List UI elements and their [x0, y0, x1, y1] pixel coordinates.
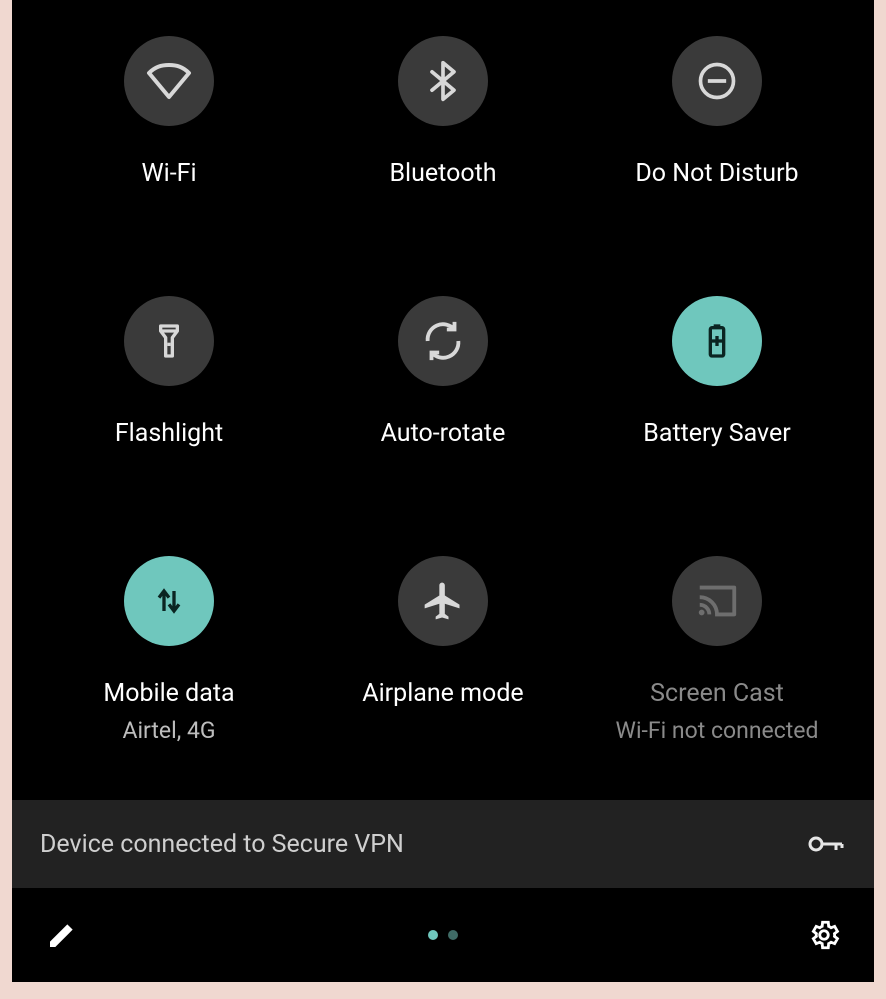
page-indicator[interactable]: [428, 930, 458, 940]
battery-saver-icon: [672, 296, 762, 386]
quick-settings-grid: Wi-Fi Bluetooth Do Not Disturb Flashligh…: [12, 0, 874, 800]
cast-icon: [672, 556, 762, 646]
tile-wifi[interactable]: Wi-Fi: [32, 0, 306, 260]
tile-bluetooth[interactable]: Bluetooth: [306, 0, 580, 260]
tile-label: Bluetooth: [389, 158, 496, 191]
tile-mobile-data[interactable]: Mobile data Airtel, 4G: [32, 520, 306, 780]
pencil-icon: [46, 919, 78, 951]
gear-icon: [807, 918, 841, 952]
tile-autorotate[interactable]: Auto-rotate: [306, 260, 580, 520]
autorotate-icon: [398, 296, 488, 386]
tile-label: Wi-Fi: [141, 158, 196, 191]
tile-sublabel: Airtel, 4G: [122, 717, 215, 744]
quick-settings-panel: Wi-Fi Bluetooth Do Not Disturb Flashligh…: [12, 0, 874, 982]
tile-label: Battery Saver: [643, 418, 790, 451]
dnd-icon: [672, 36, 762, 126]
tile-screen-cast[interactable]: Screen Cast Wi-Fi not connected: [580, 520, 854, 780]
vpn-key-icon: [806, 832, 846, 856]
quick-settings-footer: [12, 888, 874, 982]
settings-button[interactable]: [802, 913, 846, 957]
tile-airplane-mode[interactable]: Airplane mode: [306, 520, 580, 780]
vpn-notification[interactable]: Device connected to Secure VPN: [12, 800, 874, 888]
tile-label: Do Not Disturb: [635, 158, 798, 191]
tile-dnd[interactable]: Do Not Disturb: [580, 0, 854, 260]
tile-sublabel: Wi-Fi not connected: [616, 717, 819, 744]
tile-label: Flashlight: [115, 418, 223, 451]
tile-label: Mobile data: [103, 678, 234, 711]
page-dot: [448, 930, 458, 940]
tile-battery-saver[interactable]: Battery Saver: [580, 260, 854, 520]
edit-tiles-button[interactable]: [40, 913, 84, 957]
bluetooth-icon: [398, 36, 488, 126]
tile-label: Airplane mode: [362, 678, 523, 711]
wifi-icon: [124, 36, 214, 126]
page-dot: [428, 930, 438, 940]
flashlight-icon: [124, 296, 214, 386]
tile-flashlight[interactable]: Flashlight: [32, 260, 306, 520]
mobile-data-icon: [124, 556, 214, 646]
vpn-notification-text: Device connected to Secure VPN: [40, 830, 404, 859]
tile-label: Auto-rotate: [381, 418, 506, 451]
tile-label: Screen Cast: [650, 678, 784, 711]
airplane-icon: [398, 556, 488, 646]
